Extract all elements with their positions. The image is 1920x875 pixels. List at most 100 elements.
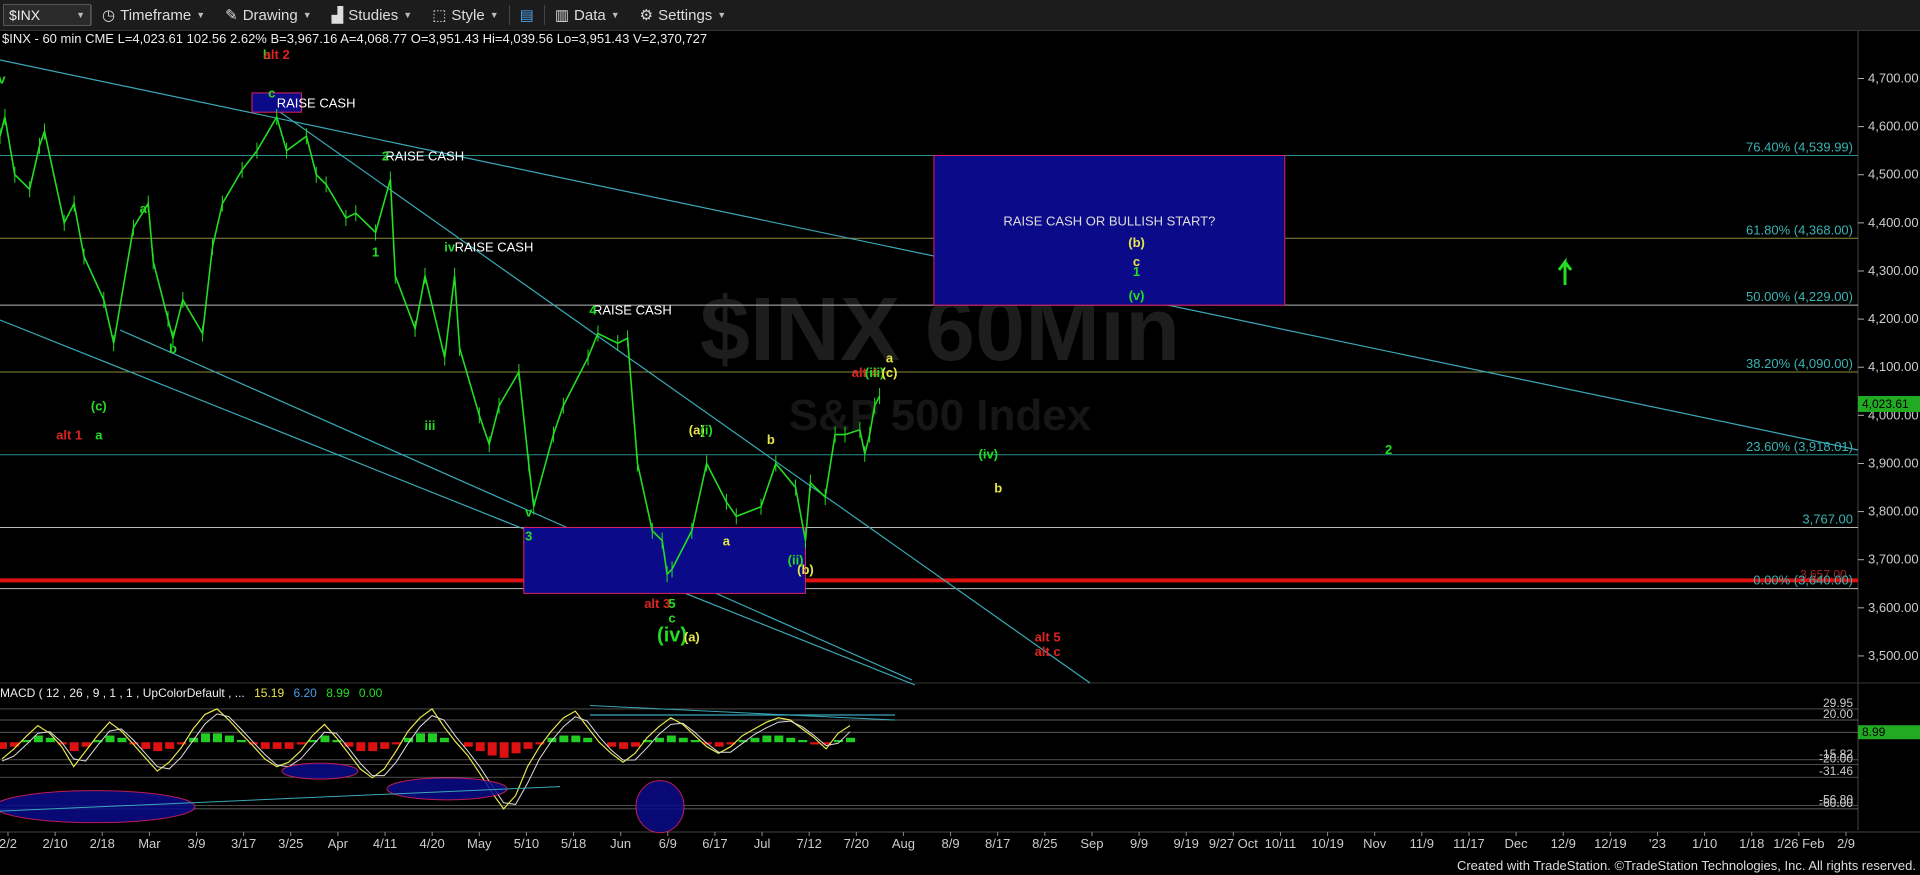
date-tick-label: 3/9 bbox=[187, 836, 205, 851]
wave-label: b bbox=[169, 341, 177, 356]
date-tick-label: 3/17 bbox=[231, 836, 256, 851]
fib-level-label: 50.00% (4,229.00) bbox=[1746, 289, 1853, 304]
price-tick-label: 4,100.00 bbox=[1868, 359, 1919, 374]
wave-label: alt 1 bbox=[56, 427, 82, 442]
wave-label: (c) bbox=[91, 399, 107, 414]
date-tick-label: Jul bbox=[754, 836, 771, 851]
fib-level-label: 61.80% (4,368.00) bbox=[1746, 222, 1853, 237]
macd-histogram-bar bbox=[762, 735, 772, 743]
macd-histogram-bar bbox=[356, 742, 366, 752]
macd-histogram-bar bbox=[463, 742, 473, 747]
date-tick-label: 6/9 bbox=[659, 836, 677, 851]
date-tick-label: 7/12 bbox=[797, 836, 822, 851]
macd-histogram-bar bbox=[475, 742, 485, 752]
symbol-selector[interactable]: $INX ▼ bbox=[3, 4, 91, 26]
macd-histogram-bar bbox=[559, 735, 569, 743]
macd-histogram-bar bbox=[654, 737, 664, 743]
macd-trendline bbox=[589, 705, 896, 721]
data-icon: ▥ bbox=[554, 7, 570, 24]
date-tick-label: 10/11 bbox=[1265, 836, 1297, 851]
wave-label: iv bbox=[0, 71, 6, 86]
data-label: Data bbox=[574, 6, 606, 24]
macd-histogram-bar bbox=[690, 740, 700, 743]
wave-label: 1 bbox=[372, 245, 379, 260]
macd-histogram-bar bbox=[201, 733, 211, 743]
macd-histogram-bar bbox=[260, 742, 270, 749]
macd-histogram-bar bbox=[571, 735, 581, 743]
layout-icon: ▤ bbox=[519, 7, 534, 24]
fib-level-label: 76.40% (4,539.99) bbox=[1746, 139, 1853, 154]
settings-label: Settings bbox=[658, 6, 713, 24]
macd-histogram-bar bbox=[810, 742, 820, 745]
date-tick-label: 12/19 bbox=[1594, 836, 1627, 851]
macd-value-1: 15.19 bbox=[254, 686, 285, 700]
wave-label: RAISE CASH bbox=[593, 302, 672, 317]
date-tick-label: 2/10 bbox=[42, 836, 67, 851]
wave-label: 2 bbox=[1385, 442, 1392, 457]
macd-histogram-bar bbox=[368, 742, 378, 752]
macd-label: MACD ( 12 , 26 , 9 , 1 , 1 , UpColorDefa… bbox=[0, 686, 245, 700]
macd-value-3: 8.99 bbox=[326, 686, 350, 700]
macd-histogram-bar bbox=[846, 737, 855, 743]
macd-oversold-highlight bbox=[386, 777, 508, 801]
settings-button[interactable]: ⚙ Settings ▼ bbox=[630, 0, 737, 30]
macd-histogram-bar bbox=[798, 740, 808, 743]
wave-label: RAISE CASH bbox=[385, 148, 464, 163]
macd-histogram-bar bbox=[105, 735, 115, 743]
price-tick-label: 3,800.00 bbox=[1868, 504, 1919, 519]
date-tick-label: '23 bbox=[1649, 836, 1666, 851]
wave-label: 1 bbox=[1133, 264, 1140, 279]
style-button[interactable]: ⬚ Style ▼ bbox=[422, 0, 508, 30]
price-chart[interactable]: $INX 60MinS&P 500 Index4,700.004,600.004… bbox=[0, 0, 1920, 875]
layout-button[interactable]: ▤ bbox=[510, 0, 544, 30]
macd-histogram-bar bbox=[487, 742, 497, 756]
macd-histogram-bar bbox=[236, 740, 246, 743]
wave-label: alt 5 bbox=[1035, 630, 1061, 645]
wave-label: (iv) bbox=[657, 625, 687, 647]
macd-oversold-highlight bbox=[635, 780, 685, 834]
macd-histogram-bar bbox=[380, 742, 390, 749]
macd-histogram-bar bbox=[284, 742, 294, 749]
price-tick-label: 4,200.00 bbox=[1868, 311, 1919, 326]
timeframe-button[interactable]: ◷ Timeframe ▼ bbox=[92, 0, 215, 30]
wave-label: (iv) bbox=[979, 447, 999, 462]
style-label: Style bbox=[451, 6, 485, 24]
macd-histogram-bar bbox=[320, 735, 330, 743]
date-tick-label: 4/11 bbox=[373, 836, 397, 851]
chevron-down-icon: ▼ bbox=[610, 10, 620, 20]
timeframe-label: Timeframe bbox=[120, 6, 192, 24]
date-tick-label: Jun bbox=[610, 836, 631, 851]
date-tick-label: 2/18 bbox=[90, 836, 115, 851]
wave-label: b bbox=[994, 480, 1002, 495]
date-tick-label: 5/18 bbox=[561, 836, 586, 851]
target-box bbox=[933, 154, 1286, 306]
wave-label: a bbox=[95, 427, 103, 442]
chevron-down-icon: ▼ bbox=[76, 10, 85, 20]
macd-histogram-bar bbox=[416, 733, 426, 743]
drawing-button[interactable]: ✎ Drawing ▼ bbox=[215, 0, 322, 30]
date-tick-label: Mar bbox=[138, 836, 161, 851]
macd-histogram-bar bbox=[786, 737, 796, 743]
macd-tick-label: -31.46 bbox=[1819, 764, 1853, 778]
wave-label: (b) bbox=[797, 562, 814, 577]
macd-histogram-bar bbox=[774, 735, 784, 743]
chevron-down-icon: ▼ bbox=[403, 10, 413, 20]
data-button[interactable]: ▥ Data ▼ bbox=[545, 0, 630, 30]
date-tick-label: 8/17 bbox=[985, 836, 1010, 851]
macd-histogram-bar bbox=[666, 735, 676, 743]
macd-oversold-highlight bbox=[281, 762, 359, 780]
macd-histogram-bar bbox=[607, 742, 617, 747]
date-tick-label: Nov bbox=[1363, 836, 1387, 851]
last-price-label: 4,023.61 bbox=[1862, 397, 1909, 411]
studies-icon: ▟ bbox=[331, 7, 344, 24]
pen-icon: ✎ bbox=[225, 7, 238, 24]
macd-histogram-bar bbox=[45, 737, 55, 743]
wave-label: (c) bbox=[882, 365, 898, 380]
date-tick-label: 1/10 bbox=[1692, 836, 1717, 851]
studies-button[interactable]: ▟ Studies ▼ bbox=[322, 0, 423, 30]
watermark-name: S&P 500 Index bbox=[789, 391, 1092, 440]
macd-histogram-bar bbox=[439, 737, 449, 743]
macd-histogram-bar bbox=[165, 742, 175, 749]
wave-label: c bbox=[668, 610, 675, 625]
macd-histogram-bar bbox=[631, 742, 641, 747]
